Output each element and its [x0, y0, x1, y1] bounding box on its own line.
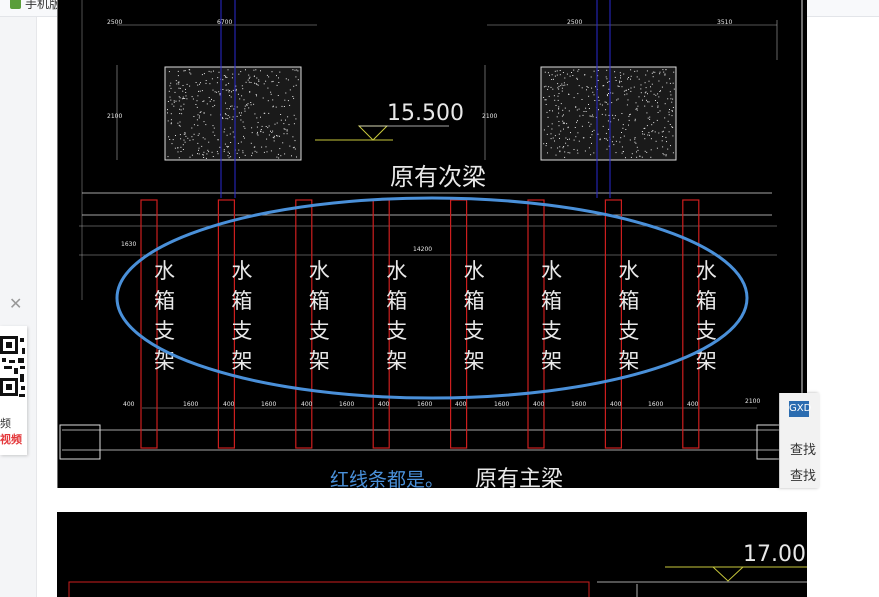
main-beam-label: 原有主梁	[475, 467, 563, 488]
bracket-label-char: 水	[386, 259, 407, 283]
bracket-label-char: 架	[231, 349, 252, 373]
bracket-label-char: 架	[541, 349, 562, 373]
cad-drawing-image: 15.500 原有次梁 1630 14200 2100 2500 6700 21…	[57, 0, 807, 488]
top-dimension-1: 2500	[107, 19, 122, 26]
top-dimension-6: 2100	[482, 113, 497, 120]
top-dimension-2: 6700	[217, 19, 232, 26]
bottom-dimension: 400	[123, 401, 135, 408]
bottom-dimension: 400	[455, 401, 467, 408]
bracket-label-char: 箱	[618, 289, 639, 313]
popup-search-item-1[interactable]: 查找	[790, 439, 816, 458]
bracket-label-char: 水	[696, 259, 717, 283]
top-dimension-3: 2100	[107, 113, 122, 120]
bracket-label-char: 支	[154, 319, 175, 343]
bracket-label-char: 箱	[386, 289, 407, 313]
bottom-dimension: 400	[687, 401, 699, 408]
bracket-label-char: 水	[464, 259, 485, 283]
side-popup[interactable]: GXD 查找 查找	[779, 393, 819, 488]
bracket-label-char: 支	[386, 319, 407, 343]
bracket-label-char: 箱	[309, 289, 330, 313]
bottom-dimension: 1600	[183, 401, 198, 408]
bracket-label-char: 支	[231, 319, 252, 343]
bracket-label-char: 支	[618, 319, 639, 343]
bracket-label-char: 箱	[231, 289, 252, 313]
qr-caption-video[interactable]: 视频	[0, 431, 22, 447]
water-tank-right	[540, 66, 677, 161]
page-root: 手机版磁关广联达想电影天堂【新建器京东家装www.jxp66影视85电影广联达3…	[0, 0, 879, 597]
bottom-dimension: 1600	[571, 401, 586, 408]
bottom-dimension: 400	[533, 401, 545, 408]
annotation-ellipse	[115, 196, 749, 400]
bottom-dimension: 400	[378, 401, 390, 408]
bracket-label-char: 支	[309, 319, 330, 343]
elevation-label: 15.500	[387, 101, 464, 126]
mid-dimension: 14200	[413, 246, 432, 253]
annotation-caption: 红线条都是。	[330, 469, 444, 488]
bracket-label-char: 架	[309, 349, 330, 373]
cad-drawing-svg: 15.500 原有次梁 1630 14200 2100 2500 6700 21…	[57, 0, 803, 488]
bracket-label-char: 水	[618, 259, 639, 283]
bottom-dimension: 400	[223, 401, 235, 408]
bracket-label-char: 箱	[541, 289, 562, 313]
cad-drawing-image-2: 17.000	[57, 512, 807, 597]
bracket-label-char: 支	[541, 319, 562, 343]
bracket-label-char: 水	[541, 259, 562, 283]
bottom-dimension: 1600	[261, 401, 276, 408]
bracket-label-char: 箱	[464, 289, 485, 313]
bracket-label-char: 架	[618, 349, 639, 373]
bracket-label-char: 水	[231, 259, 252, 283]
secondary-beam-label: 原有次梁	[390, 163, 486, 191]
bracket-label-char: 架	[464, 349, 485, 373]
close-icon[interactable]: ✕	[9, 296, 22, 312]
bracket-label-char: 架	[154, 349, 175, 373]
popup-header: GXD	[789, 401, 811, 417]
bracket-label-char: 支	[464, 319, 485, 343]
water-tank-left	[164, 66, 302, 161]
popup-search-item-2[interactable]: 查找	[790, 465, 816, 484]
top-dimension-5: 3510	[717, 19, 732, 26]
bracket-label-char: 支	[696, 319, 717, 343]
left-dimension: 1630	[121, 241, 136, 248]
bottom-dimension: 1600	[648, 401, 663, 408]
bottom-dimension: 1600	[339, 401, 354, 408]
top-dimension-4: 2500	[567, 19, 582, 26]
bottom-dimension: 400	[301, 401, 313, 408]
bottom-dimension: 400	[610, 401, 622, 408]
bracket-label-char: 水	[309, 259, 330, 283]
qr-code-icon	[0, 336, 25, 397]
bracket-label-char: 架	[386, 349, 407, 373]
bottom-dimension: 1600	[494, 401, 509, 408]
bracket-label-char: 水	[154, 259, 175, 283]
bracket-label-char: 箱	[696, 289, 717, 313]
right-dimension: 2100	[745, 398, 760, 405]
bracket-label-char: 箱	[154, 289, 175, 313]
bookmark-favicon-icon	[10, 0, 21, 9]
bottom-dimension: 1600	[417, 401, 432, 408]
qr-caption: 频	[0, 417, 11, 430]
elevation-label-2: 17.000	[743, 542, 807, 567]
